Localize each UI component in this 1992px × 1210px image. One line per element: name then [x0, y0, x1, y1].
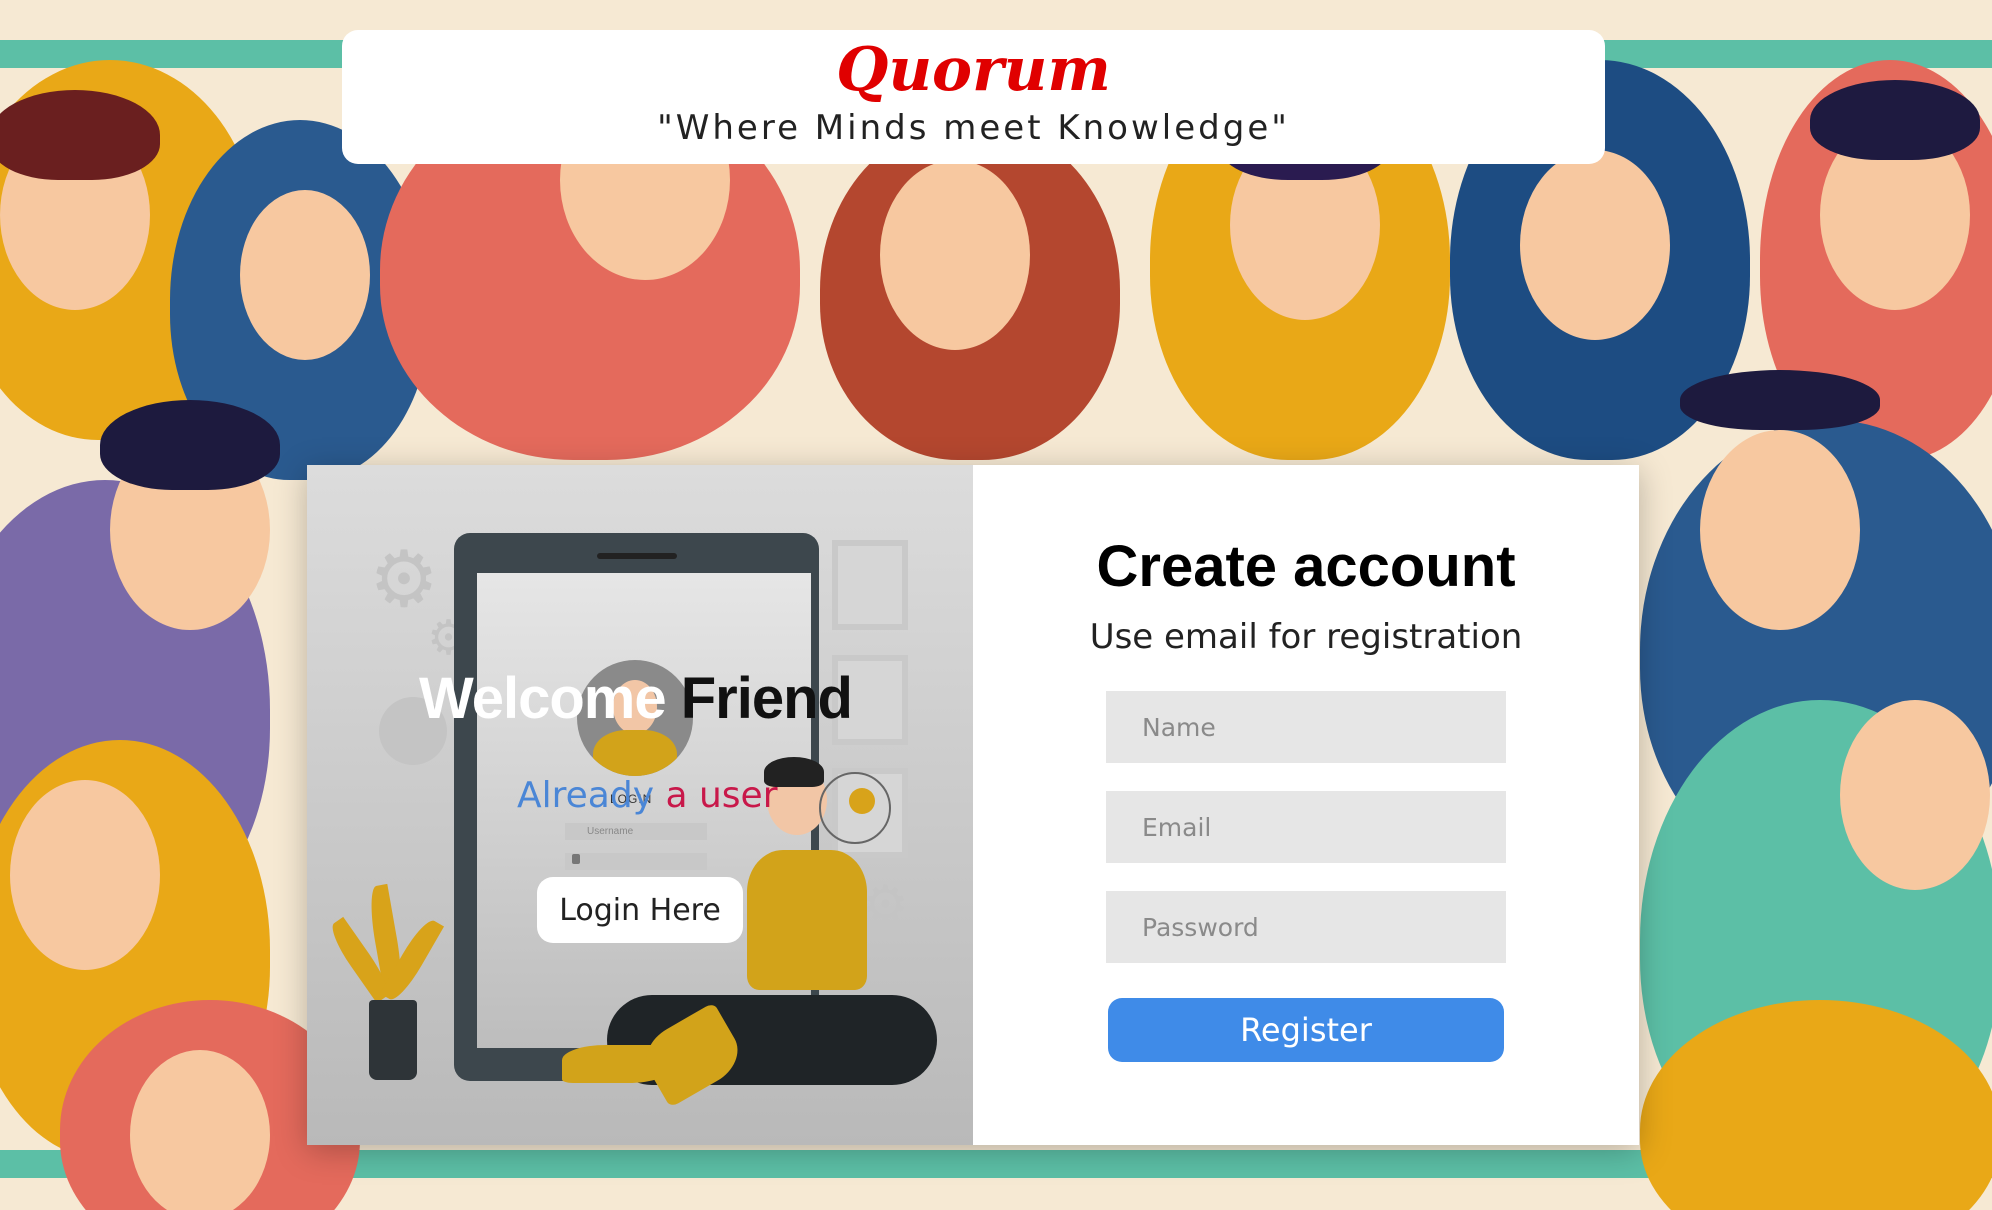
name-input[interactable] — [1106, 691, 1506, 763]
frame-decoration — [832, 540, 908, 630]
password-input[interactable] — [1106, 891, 1506, 963]
registration-subtitle: Use email for registration — [1089, 617, 1523, 657]
auth-card: ⚙ ⚙ ⚙ LOGIN Username Welcome Friend Alre… — [307, 465, 1639, 1145]
brand-logo: Quorum — [836, 35, 1111, 105]
illustration-password-field — [565, 853, 707, 870]
already-user-prompt: Already a user — [517, 775, 778, 816]
header-card: Quorum "Where Minds meet Knowledge" — [342, 30, 1605, 164]
friend-word: Friend — [680, 666, 853, 731]
welcome-word: Welcome — [419, 666, 667, 731]
key-icon — [819, 772, 891, 844]
phone-speaker — [597, 553, 677, 559]
create-account-title: Create account — [1096, 534, 1516, 599]
seated-person — [747, 850, 867, 990]
register-button[interactable]: Register — [1108, 998, 1504, 1062]
welcome-heading: Welcome Friend — [419, 665, 853, 732]
welcome-panel: ⚙ ⚙ ⚙ LOGIN Username Welcome Friend Alre… — [307, 465, 973, 1145]
illustration-username-field: Username — [565, 823, 707, 840]
a-user-words: a user — [665, 775, 778, 816]
register-panel: Create account Use email for registratio… — [973, 465, 1639, 1145]
email-input[interactable] — [1106, 791, 1506, 863]
login-here-button[interactable]: Login Here — [537, 877, 743, 943]
lock-icon — [572, 854, 580, 864]
brand-tagline: "Where Minds meet Knowledge" — [657, 108, 1290, 148]
already-word: Already — [517, 775, 655, 816]
gear-icon: ⚙ — [862, 875, 909, 935]
